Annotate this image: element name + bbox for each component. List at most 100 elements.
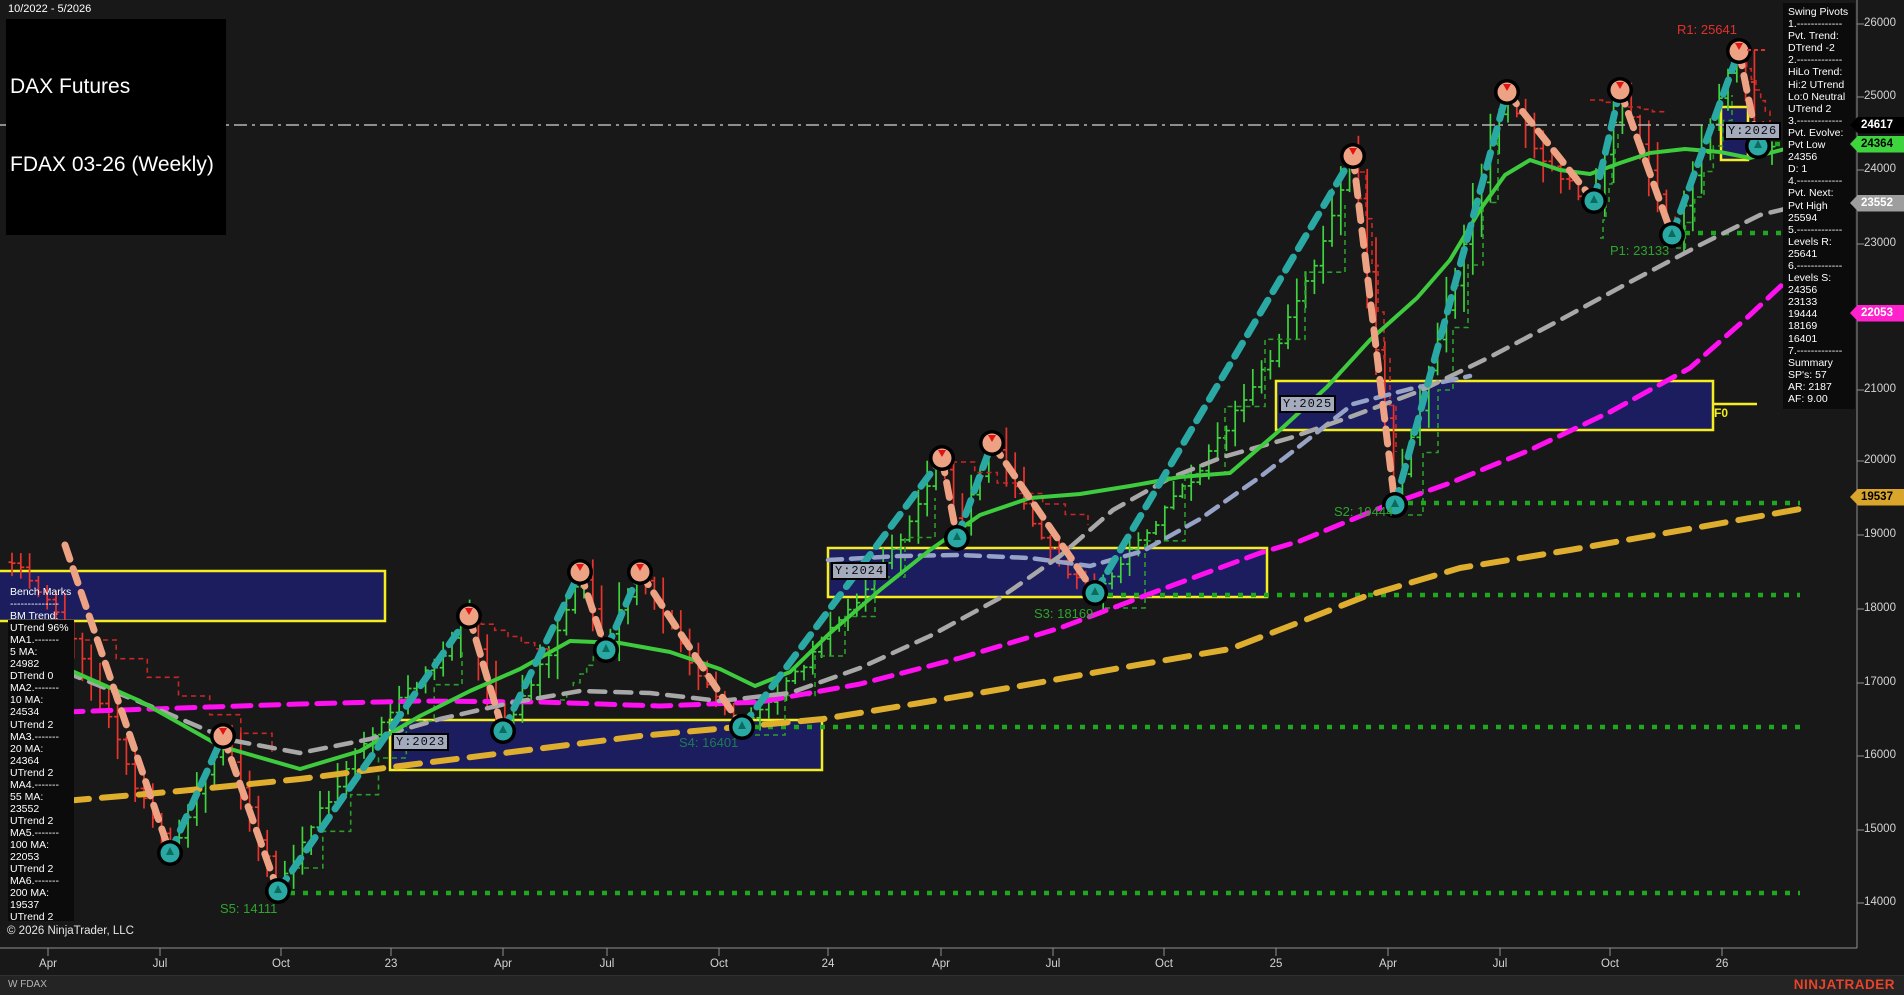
panel-line: --------------	[10, 598, 59, 611]
bench-marks-panel: Bench Marks -------------- BM Trend: UTrend…	[10, 586, 76, 923]
pivot-level-label: P1: 23133	[1610, 243, 1670, 258]
year-box-label[interactable]: Y:2026	[1724, 122, 1782, 140]
ma-20-line[interactable]	[63, 147, 1787, 771]
ma-55-line[interactable]	[62, 200, 1813, 756]
ninjatrader-chart-window: 10/2022 - 5/2026 DAX Futures FDAX 03-26 …	[0, 0, 1904, 995]
time-axis-tick-label[interactable]: Apr	[1379, 958, 1397, 970]
panel-line: UTrend 2	[10, 863, 54, 876]
price-axis-tick-label[interactable]: 21000	[1864, 383, 1896, 395]
swing-up-line[interactable]	[499, 568, 584, 735]
panel-line: D: 1	[1788, 163, 1808, 176]
price-axis-tick-label[interactable]: 23000	[1864, 237, 1896, 249]
time-axis-tick-label[interactable]: Jul	[1493, 958, 1508, 970]
pivot-high-marker[interactable]	[627, 559, 653, 585]
pivot-high-marker[interactable]	[929, 445, 955, 471]
pivot-level-label: S5: 14111	[220, 901, 278, 916]
price-axis-tick-label[interactable]: 24000	[1864, 163, 1896, 175]
time-axis-tick-label[interactable]: Apr	[494, 958, 512, 970]
time-axis-tick-label[interactable]: Apr	[39, 958, 57, 970]
time-axis-tick-label[interactable]: 24	[822, 958, 835, 970]
swing-up-line[interactable]	[953, 439, 996, 542]
price-badge-200-MA: 19537	[1850, 488, 1904, 506]
swing-down-line[interactable]	[465, 612, 507, 735]
panel-line: 24982	[10, 658, 40, 671]
panel-line: MA5.-------	[10, 826, 59, 839]
swing-down-line[interactable]	[1503, 88, 1598, 205]
panel-line: Lo:0 Neutral	[1788, 90, 1846, 103]
panel-line: 20 MA:	[10, 742, 44, 755]
price-badge-100-MA: 22053	[1850, 304, 1904, 322]
time-axis-tick-label[interactable]: Oct	[1601, 958, 1619, 970]
price-axis-tick-label[interactable]: 25000	[1864, 90, 1896, 102]
pivot-high-marker[interactable]	[1494, 79, 1520, 105]
price-axis-tick-label[interactable]: 14000	[1864, 896, 1896, 908]
panel-line: UTrend 2	[10, 718, 54, 731]
price-axis-tick-label[interactable]: 26000	[1864, 17, 1896, 29]
year-range-box[interactable]	[1274, 379, 1715, 432]
panel-line: Pvt. Evolve:	[1788, 126, 1844, 139]
time-axis-tick-label[interactable]: Jul	[153, 958, 168, 970]
pivot-low-marker[interactable]	[593, 637, 619, 663]
time-axis-tick-label[interactable]: Apr	[932, 958, 950, 970]
pivot-high-marker[interactable]	[1340, 143, 1366, 169]
panel-line: 2.-------------	[1788, 54, 1843, 67]
price-axis-tick-label[interactable]: 20000	[1864, 454, 1896, 466]
time-axis-tick-label[interactable]: 23	[385, 958, 398, 970]
panel-line: 55 MA:	[10, 790, 44, 803]
price-axis-tick-label[interactable]: 19000	[1864, 528, 1896, 540]
panel-line: 24356	[1788, 151, 1818, 164]
price-axis-tick-label[interactable]: 18000	[1864, 602, 1896, 614]
pivot-level-label: S2: 19444	[1334, 504, 1394, 519]
swing-up-line[interactable]	[1091, 152, 1357, 597]
panel-line: DTrend -2	[1788, 42, 1835, 55]
year-box-label[interactable]: Y:2025	[1279, 395, 1337, 413]
swing-up-line[interactable]	[1590, 86, 1624, 205]
swing-down-line[interactable]	[1349, 152, 1399, 509]
pivot-high-marker[interactable]	[456, 603, 482, 629]
panel-line: Summary	[1788, 356, 1833, 369]
panel-line: MA4.-------	[10, 778, 59, 791]
time-axis-tick-label[interactable]: Oct	[710, 958, 728, 970]
pivot-low-marker[interactable]	[1581, 188, 1607, 214]
panel-line: 4.-------------	[1788, 175, 1843, 188]
panel-line: HiLo Trend:	[1788, 66, 1843, 79]
pivot-high-marker[interactable]	[210, 723, 236, 749]
pivot-high-marker[interactable]	[979, 430, 1005, 456]
chart-tab-label[interactable]: W FDAX	[8, 979, 47, 990]
pivot-low-marker[interactable]	[157, 840, 183, 866]
swing-up-line[interactable]	[166, 732, 227, 857]
price-axis-tick-label[interactable]: 16000	[1864, 749, 1896, 761]
panel-line: UTrend 2	[10, 766, 54, 779]
pivot-low-marker[interactable]	[944, 525, 970, 551]
panel-line: MA1.-------	[10, 634, 59, 647]
pivot-high-marker[interactable]	[1607, 77, 1633, 103]
swing-up-line[interactable]	[1391, 88, 1511, 509]
time-axis-tick-label[interactable]: Oct	[1155, 958, 1173, 970]
time-axis-tick-label[interactable]: Jul	[600, 958, 615, 970]
panel-line: BM Trend:	[10, 610, 59, 623]
panel-line: UTrend 2	[10, 814, 54, 827]
panel-line: 24356	[1788, 284, 1818, 297]
panel-line: Levels R:	[1788, 235, 1832, 248]
price-axis-tick-label[interactable]: 15000	[1864, 823, 1896, 835]
panel-line: 1.-------------	[1788, 18, 1843, 31]
pivot-level-label: S4: 16401	[679, 735, 739, 750]
pivot-high-marker[interactable]	[567, 559, 593, 585]
time-axis-tick-label[interactable]: 25	[1270, 958, 1283, 970]
year-box-label[interactable]: Y:2024	[831, 562, 889, 580]
panel-line: 7.-------------	[1788, 344, 1843, 357]
time-axis-tick-label[interactable]: Jul	[1046, 958, 1061, 970]
panel-line: Levels S:	[1788, 272, 1832, 285]
price-badge-last-price: 24617	[1850, 116, 1904, 134]
panel-line: UTrend 2	[10, 911, 54, 924]
pivot-low-marker[interactable]	[1082, 580, 1108, 606]
pivot-low-marker[interactable]	[490, 718, 516, 744]
price-axis-tick-label[interactable]: 17000	[1864, 676, 1896, 688]
hilo-step-up-line	[1408, 140, 1499, 516]
panel-line: 100 MA:	[10, 838, 50, 851]
time-axis-tick-label[interactable]: Oct	[272, 958, 290, 970]
price-chart-plot[interactable]	[0, 0, 1904, 994]
time-axis-tick-label[interactable]: 26	[1716, 958, 1729, 970]
ma-100-line[interactable]	[62, 265, 1803, 715]
year-box-label[interactable]: Y:2023	[392, 733, 450, 751]
